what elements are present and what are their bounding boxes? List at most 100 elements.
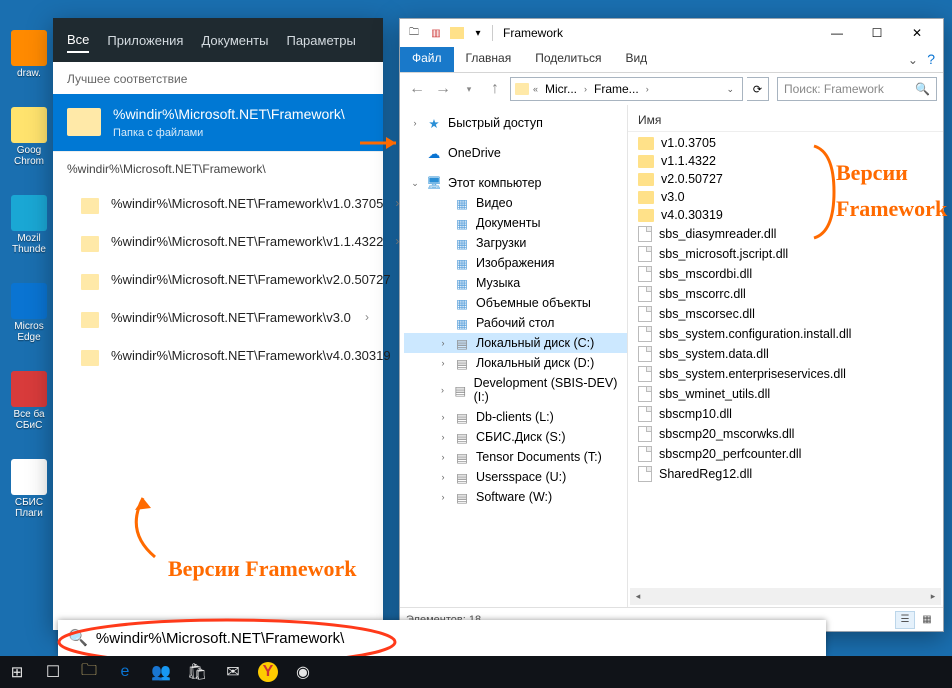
- tree-item[interactable]: ›▤Локальный диск (C:): [404, 333, 627, 353]
- file-item[interactable]: sbscmp20_mscorwks.dll: [632, 424, 939, 444]
- hscrollbar[interactable]: ◂▸: [630, 588, 941, 605]
- file-list[interactable]: v1.0.3705v1.1.4322v2.0.50727v3.0v4.0.303…: [628, 132, 943, 588]
- taskbar-people-icon[interactable]: 👥: [150, 661, 172, 683]
- tree-item[interactable]: ▦Загрузки: [404, 233, 627, 253]
- folder-item[interactable]: v1.1.4322: [632, 152, 939, 170]
- result-item[interactable]: %windir%\Microsoft.NET\Framework\v4.0.30…: [53, 338, 383, 376]
- titlebar: 🗀 ▥ ▾ Framework — ☐ ✕: [400, 19, 943, 47]
- search-input[interactable]: [96, 630, 816, 647]
- folder-icon: [638, 173, 654, 186]
- recent-locations-button[interactable]: ▾: [458, 78, 480, 100]
- tree-item[interactable]: ›▤Usersspace (U:): [404, 467, 627, 487]
- taskbar: ⊞ ☐ 🗀 e 👥 🛍 ✉ Y ◉: [0, 656, 952, 688]
- tree-item[interactable]: ›▤Tensor Documents (T:): [404, 447, 627, 467]
- tree-item[interactable]: ›▤Development (SBIS-DEV) (I:): [404, 373, 627, 407]
- properties-icon[interactable]: ▥: [428, 25, 444, 41]
- tree-item[interactable]: ▦Рабочий стол: [404, 313, 627, 333]
- file-item[interactable]: sbs_system.data.dll: [632, 344, 939, 364]
- desktop-icon[interactable]: Micros Edge: [4, 283, 54, 343]
- tab-settings[interactable]: Параметры: [286, 29, 355, 52]
- breadcrumb[interactable]: Micr...: [542, 82, 580, 96]
- explorer-search[interactable]: Поиск: Framework 🔍: [777, 77, 937, 101]
- file-item[interactable]: sbs_microsoft.jscript.dll: [632, 244, 939, 264]
- tree-onedrive[interactable]: ☁OneDrive: [404, 143, 627, 163]
- dropdown-icon[interactable]: ▾: [470, 25, 486, 41]
- desktop-icon[interactable]: draw.: [4, 30, 54, 79]
- tree-item[interactable]: ▦Музыка: [404, 273, 627, 293]
- tree-item[interactable]: ›▤Db-clients (L:): [404, 407, 627, 427]
- nav-tree[interactable]: ›★Быстрый доступ ☁OneDrive ⌄🖥Этот компью…: [400, 105, 628, 607]
- file-item[interactable]: sbs_system.enterpriseservices.dll: [632, 364, 939, 384]
- view-details-button[interactable]: ☰: [895, 611, 915, 629]
- result-item[interactable]: %windir%\Microsoft.NET\Framework\v1.1.43…: [53, 224, 383, 262]
- file-item[interactable]: sbs_mscorsec.dll: [632, 304, 939, 324]
- tab-docs[interactable]: Документы: [201, 29, 268, 52]
- up-button[interactable]: ↑: [484, 78, 506, 100]
- back-button[interactable]: ←: [406, 78, 428, 100]
- file-item[interactable]: sbs_wminet_utils.dll: [632, 384, 939, 404]
- desktop-icon[interactable]: СБИС Плаги: [4, 459, 54, 519]
- best-match-result[interactable]: %windir%\Microsoft.NET\Framework\ Папка …: [53, 94, 383, 151]
- taskbar-chrome-icon[interactable]: ◉: [292, 661, 314, 683]
- ribbon-home[interactable]: Главная: [454, 47, 524, 72]
- search-icon: 🔍: [68, 628, 88, 648]
- start-button[interactable]: ⊞: [6, 661, 28, 683]
- taskbar-yandex-icon[interactable]: Y: [258, 662, 278, 682]
- taskbar-store-icon[interactable]: 🛍: [186, 661, 208, 683]
- ribbon-file[interactable]: Файл: [400, 47, 454, 72]
- taskbar-edge-icon[interactable]: e: [114, 661, 136, 683]
- dll-file-icon: [638, 426, 652, 442]
- maximize-button[interactable]: ☐: [857, 22, 897, 44]
- taskbar-search[interactable]: 🔍: [58, 620, 826, 656]
- explorer-window: 🗀 ▥ ▾ Framework — ☐ ✕ Файл Главная Подел…: [399, 18, 944, 632]
- tree-item[interactable]: ›▤Локальный диск (D:): [404, 353, 627, 373]
- tab-all[interactable]: Все: [67, 28, 89, 53]
- tab-apps[interactable]: Приложения: [107, 29, 183, 52]
- expand-ribbon-button[interactable]: ⌄ ?: [900, 47, 943, 72]
- ribbon-share[interactable]: Поделиться: [523, 47, 613, 72]
- result-item[interactable]: %windir%\Microsoft.NET\Framework\v1.0.37…: [53, 186, 383, 224]
- tree-this-pc[interactable]: ⌄🖥Этот компьютер: [404, 173, 627, 193]
- address-bar[interactable]: « Micr... › Frame... › ⌄: [510, 77, 743, 101]
- file-item[interactable]: sbs_system.configuration.install.dll: [632, 324, 939, 344]
- desktop-icon[interactable]: Goog Chrom: [4, 107, 54, 167]
- tree-quick-access[interactable]: ›★Быстрый доступ: [404, 113, 627, 133]
- file-item[interactable]: sbs_mscorrc.dll: [632, 284, 939, 304]
- folder-icon[interactable]: [450, 27, 464, 39]
- desktop-icons: draw. Goog Chrom Mozil Thunde Micros Edg…: [4, 30, 54, 519]
- close-button[interactable]: ✕: [897, 22, 937, 44]
- folder-icon: [81, 350, 99, 366]
- file-item[interactable]: sbscmp10.dll: [632, 404, 939, 424]
- tree-item[interactable]: ▦Документы: [404, 213, 627, 233]
- file-item[interactable]: sbs_mscordbi.dll: [632, 264, 939, 284]
- folder-item[interactable]: v3.0: [632, 188, 939, 206]
- folder-item[interactable]: v2.0.50727: [632, 170, 939, 188]
- tree-item[interactable]: ▦Видео: [404, 193, 627, 213]
- folder-item[interactable]: v1.0.3705: [632, 134, 939, 152]
- folder-icon: [81, 312, 99, 328]
- taskbar-explorer-icon[interactable]: 🗀: [78, 661, 100, 683]
- view-icons-button[interactable]: ▦: [917, 611, 937, 629]
- column-header-name[interactable]: Имя: [628, 105, 943, 132]
- desktop-icon[interactable]: Mozil Thunde: [4, 195, 54, 255]
- result-item[interactable]: %windir%\Microsoft.NET\Framework\v3.0›: [53, 300, 383, 338]
- file-item[interactable]: SharedReg12.dll: [632, 464, 939, 484]
- refresh-button[interactable]: ⟳: [747, 77, 769, 101]
- forward-button[interactable]: →: [432, 78, 454, 100]
- file-item[interactable]: sbs_diasymreader.dll: [632, 224, 939, 244]
- desktop-icon[interactable]: Все ба СБиС: [4, 371, 54, 431]
- result-item[interactable]: %windir%\Microsoft.NET\Framework\v2.0.50…: [53, 262, 383, 300]
- ribbon-view[interactable]: Вид: [613, 47, 659, 72]
- tree-item[interactable]: ▦Объемные объекты: [404, 293, 627, 313]
- breadcrumb[interactable]: Frame...: [591, 82, 642, 96]
- task-view-button[interactable]: ☐: [42, 661, 64, 683]
- tree-item[interactable]: ›▤СБИС.Диск (S:): [404, 427, 627, 447]
- minimize-button[interactable]: —: [817, 22, 857, 44]
- folder-item[interactable]: v4.0.30319: [632, 206, 939, 224]
- tree-item[interactable]: ▦Изображения: [404, 253, 627, 273]
- taskbar-mail-icon[interactable]: ✉: [222, 661, 244, 683]
- tree-item[interactable]: ›▤Software (W:): [404, 487, 627, 507]
- file-item[interactable]: sbscmp20_perfcounter.dll: [632, 444, 939, 464]
- address-dropdown[interactable]: ⌄: [722, 84, 738, 95]
- quick-access-toolbar: 🗀 ▥ ▾: [406, 25, 486, 41]
